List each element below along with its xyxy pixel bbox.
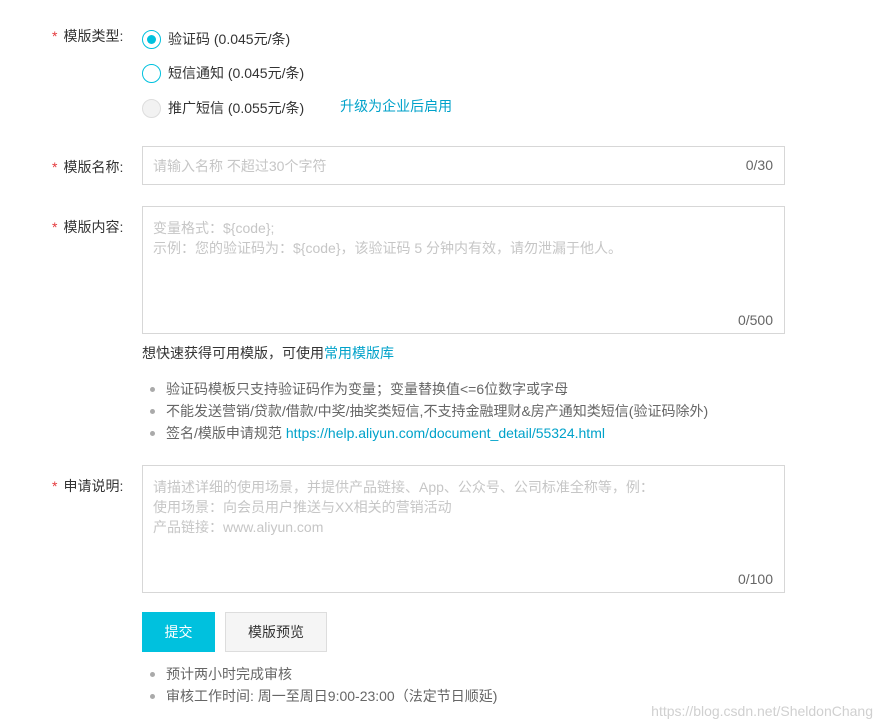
radio-option-label: 验证码 (0.045元/条) (168, 31, 291, 47)
radio-option-sms-notification[interactable]: 短信通知 (0.045元/条) (142, 62, 304, 84)
list-item: 签名/模版申请规范 https://help.aliyun.com/documen… (150, 422, 708, 444)
quick-template-hint: 想快速获得可用模版，可使用常用模版库 (142, 345, 394, 361)
review-notes-list: 预计两小时完成审核 审核工作时间: 周一至周日9:00-23:00（法定节日顺延… (150, 663, 497, 707)
radio-disabled-icon (142, 98, 161, 118)
template-name-input[interactable]: 请输入名称 不超过30个字符 0/30 (142, 146, 785, 185)
list-item: 审核工作时间: 周一至周日9:00-23:00（法定节日顺延) (150, 685, 497, 707)
application-note-placeholder: 请描述详细的使用场景，并提供产品链接、App、公众号、公司标准全称等，例： 使用… (153, 479, 654, 535)
bullet-icon (150, 386, 155, 392)
required-star: * (52, 28, 58, 44)
preview-template-button[interactable]: 模版预览 (225, 612, 327, 652)
bullet-icon (150, 693, 155, 699)
upgrade-enterprise-link[interactable]: 升级为企业后启用 (340, 96, 452, 116)
application-note-textarea[interactable]: 请描述详细的使用场景，并提供产品链接、App、公众号、公司标准全称等，例： 使用… (142, 465, 785, 593)
submit-button[interactable]: 提交 (142, 612, 215, 652)
template-rules-list: 验证码模板只支持验证码作为变量；变量替换值<=6位数字或字母 不能发送营销/贷款… (150, 378, 708, 444)
radio-option-promotion-sms: 推广短信 (0.055元/条) 升级为企业后启用 (142, 97, 452, 119)
template-name-counter: 0/30 (745, 157, 773, 173)
radio-option-label: 短信通知 (0.045元/条) (168, 65, 305, 81)
list-item: 不能发送营销/贷款/借款/中奖/抽奖类短信,不支持金融理财&房产通知类短信(验证… (150, 400, 708, 422)
bullet-icon (150, 408, 155, 414)
template-type-label: * 模版类型: (52, 28, 124, 44)
template-content-textarea[interactable]: 变量格式：${code}; 示例：您的验证码为：${code}，该验证码 5 分… (142, 206, 785, 334)
template-content-placeholder: 变量格式：${code}; 示例：您的验证码为：${code}，该验证码 5 分… (153, 220, 623, 256)
template-name-placeholder: 请输入名称 不超过30个字符 (153, 158, 327, 174)
radio-checked-icon[interactable] (142, 29, 161, 49)
list-item: 预计两小时完成审核 (150, 663, 497, 685)
radio-option-verification-code[interactable]: 验证码 (0.045元/条) (142, 28, 290, 50)
list-item: 验证码模板只支持验证码作为变量；变量替换值<=6位数字或字母 (150, 378, 708, 400)
radio-unchecked-icon[interactable] (142, 63, 161, 83)
required-star: * (52, 159, 58, 175)
application-note-label: * 申请说明: (52, 478, 124, 494)
specification-doc-link[interactable]: https://help.aliyun.com/document_detail/… (286, 422, 605, 444)
template-name-label: * 模版名称: (52, 159, 124, 175)
bullet-icon (150, 430, 155, 436)
watermark-text: https://blog.csdn.net/SheldonChang (651, 703, 873, 719)
common-template-library-link[interactable]: 常用模版库 (324, 345, 394, 361)
bullet-icon (150, 671, 155, 677)
application-note-counter: 0/100 (737, 571, 773, 587)
template-content-counter: 0/500 (737, 312, 773, 328)
required-star: * (52, 478, 58, 494)
radio-option-label: 推广短信 (0.055元/条) (168, 100, 305, 116)
template-content-label: * 模版内容: (52, 219, 124, 235)
required-star: * (52, 219, 58, 235)
